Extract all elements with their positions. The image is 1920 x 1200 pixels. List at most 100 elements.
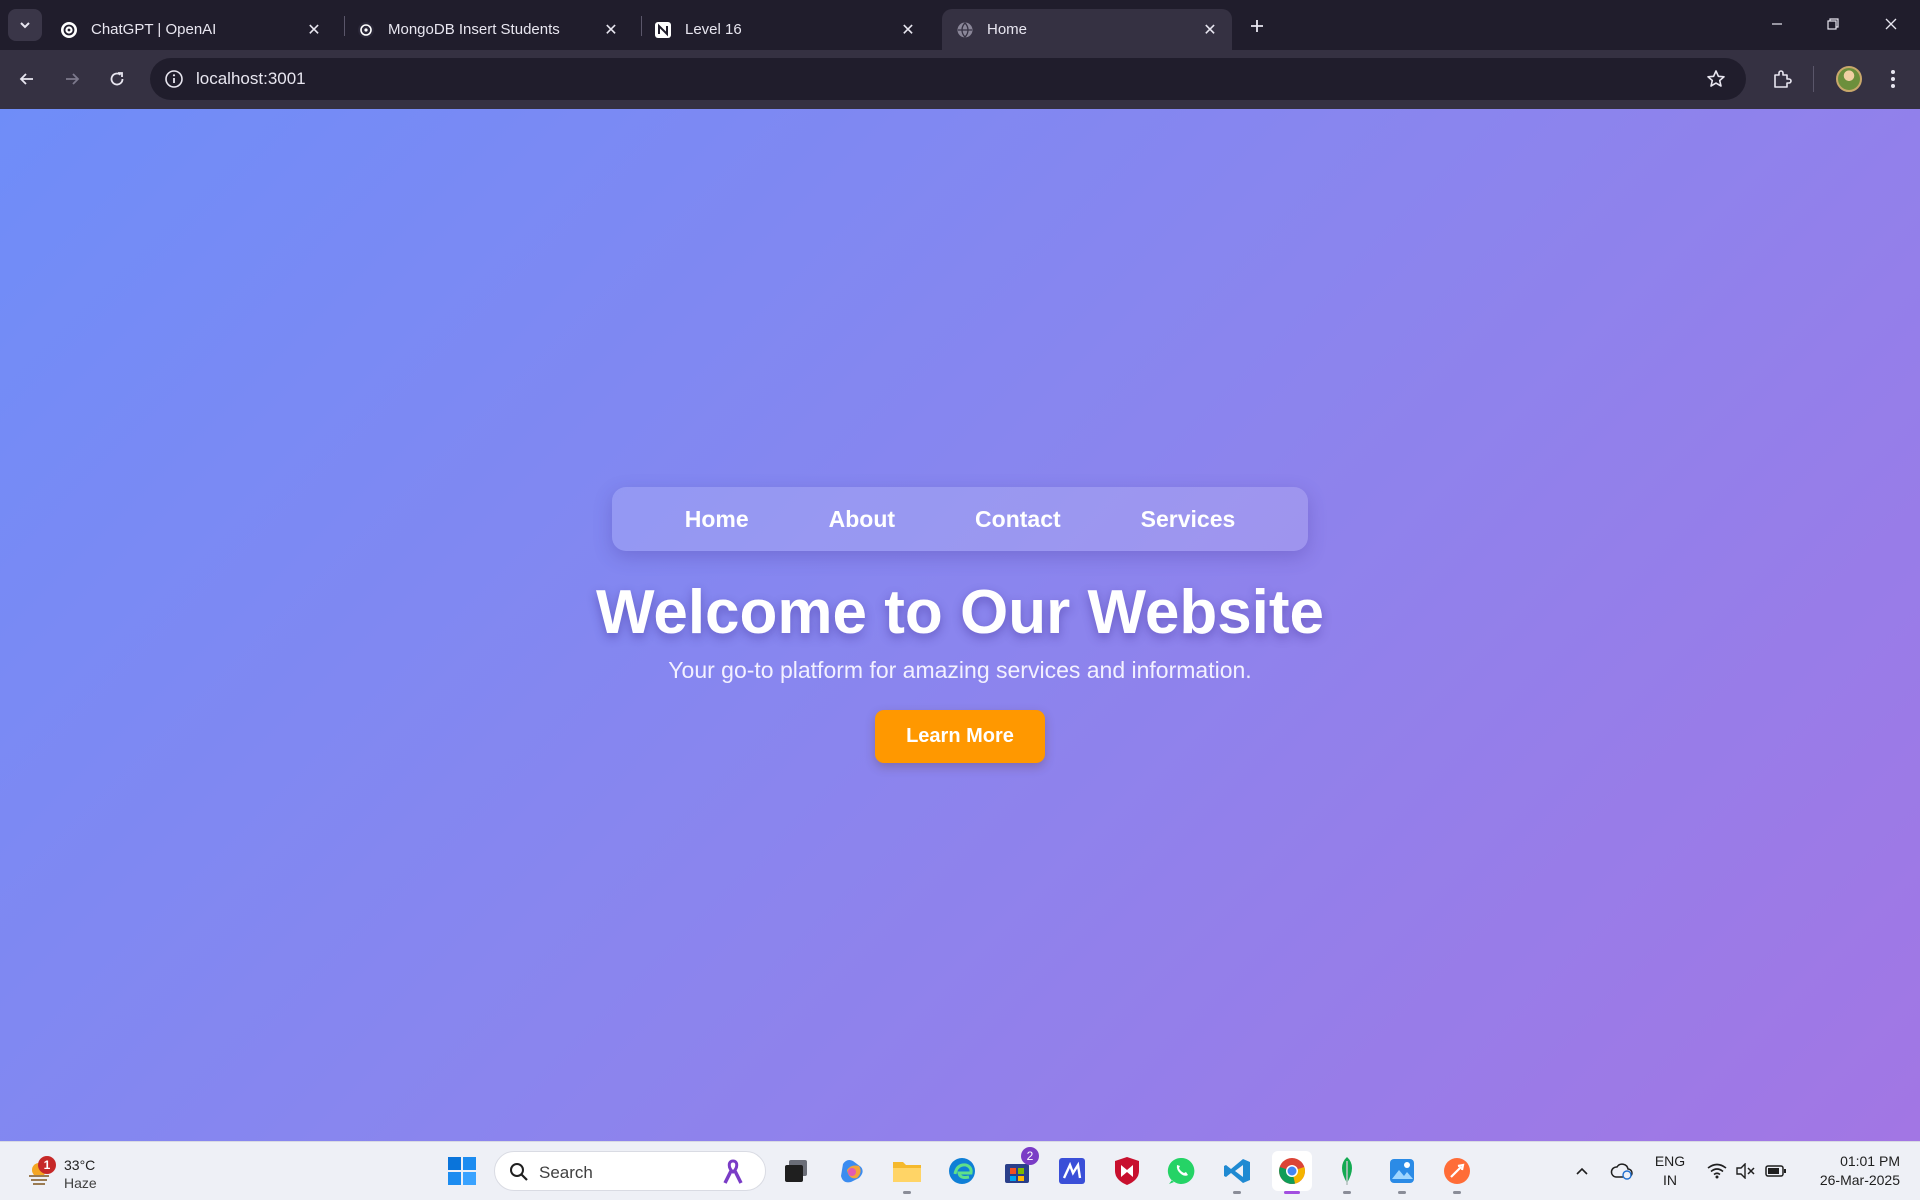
battery-tray-icon[interactable] <box>1762 1154 1790 1188</box>
onedrive-tray-icon[interactable] <box>1608 1154 1636 1188</box>
toolbar-divider <box>1813 66 1814 92</box>
mongodb-app[interactable] <box>1327 1151 1367 1194</box>
compass-icon <box>1059 1158 1085 1184</box>
site-info-icon[interactable] <box>162 67 186 91</box>
openai-icon <box>60 21 78 39</box>
chrome-app[interactable] <box>1272 1151 1312 1194</box>
taskbar-search-box[interactable]: Search <box>494 1151 766 1191</box>
restore-button[interactable] <box>1810 8 1856 40</box>
clock-time: 01:01 PM <box>1840 1153 1900 1169</box>
show-hidden-icons-button[interactable] <box>1570 1154 1594 1188</box>
folder-icon <box>893 1162 921 1182</box>
browser-toolbar: localhost:3001 <box>0 50 1920 109</box>
wifi-icon <box>1707 1163 1727 1179</box>
task-view-button[interactable] <box>777 1151 817 1191</box>
task-view-icon <box>785 1160 807 1182</box>
running-indicator <box>903 1191 911 1194</box>
wifi-tray-icon[interactable] <box>1704 1154 1730 1188</box>
volume-tray-icon[interactable] <box>1732 1154 1758 1188</box>
extensions-button[interactable] <box>1765 62 1799 96</box>
reload-button[interactable] <box>100 62 134 96</box>
clock-date: 26-Mar-2025 <box>1819 1172 1900 1188</box>
chrome-icon <box>1279 1158 1305 1184</box>
minimize-icon <box>1772 23 1782 25</box>
site-nav: Home About Contact Services <box>612 487 1308 551</box>
vscode-icon <box>1224 1159 1250 1183</box>
arrow-left-icon <box>19 73 33 85</box>
forward-button[interactable] <box>55 62 89 96</box>
vscode-app[interactable] <box>1217 1151 1257 1194</box>
photos-icon <box>1390 1159 1414 1183</box>
chevron-up-icon <box>1576 1167 1588 1175</box>
chevron-down-icon <box>20 22 30 29</box>
tab-chatgpt[interactable]: ChatGPT | OpenAI ✕ <box>46 9 336 50</box>
file-explorer-app[interactable] <box>887 1151 927 1194</box>
menu-button[interactable] <box>1876 62 1910 96</box>
input-language-indicator[interactable]: ENG IN <box>1652 1152 1688 1190</box>
restore-icon <box>1827 18 1839 30</box>
notification-badge: 1 <box>38 1156 56 1174</box>
store-badge: 2 <box>1021 1147 1039 1165</box>
openai-icon <box>357 21 375 39</box>
running-indicator <box>1453 1191 1461 1194</box>
tab-search-button[interactable] <box>8 9 42 41</box>
mcafee-app[interactable] <box>1107 1151 1147 1191</box>
learn-more-button[interactable]: Learn More <box>875 710 1045 763</box>
copilot-app[interactable] <box>832 1151 872 1191</box>
reload-icon <box>110 72 124 86</box>
system-clock[interactable]: 01:01 PM 26-Mar-2025 <box>1800 1152 1900 1190</box>
new-tab-button[interactable] <box>1243 12 1271 40</box>
nav-link-about[interactable]: About <box>829 506 895 533</box>
close-window-button[interactable] <box>1868 8 1914 40</box>
close-icon[interactable]: ✕ <box>898 20 918 40</box>
search-placeholder: Search <box>539 1163 593 1182</box>
shield-icon <box>1115 1157 1139 1185</box>
photos-app[interactable] <box>1382 1151 1422 1194</box>
copilot-icon <box>841 1160 863 1183</box>
bookmark-star-icon[interactable] <box>1704 67 1728 91</box>
tab-level16[interactable]: Level 16 ✕ <box>640 9 930 50</box>
tab-title: MongoDB Insert Students <box>388 21 560 38</box>
running-indicator <box>1233 1191 1241 1194</box>
mongodb-compass-app[interactable] <box>1052 1151 1092 1191</box>
weather-temperature: 33°C <box>64 1157 96 1173</box>
tab-home[interactable]: Home ✕ <box>942 9 1232 50</box>
taskbar: 1 33°C Haze Search 2 ENG IN 01:01 PM 26-… <box>0 1141 1920 1200</box>
address-bar[interactable]: localhost:3001 <box>150 58 1746 100</box>
search-icon <box>510 1163 528 1181</box>
weather-widget[interactable]: 1 33°C Haze <box>22 1150 112 1194</box>
hero-title: Welcome to Our Website <box>595 578 1325 647</box>
postman-app[interactable] <box>1437 1151 1477 1194</box>
whatsapp-icon <box>1167 1157 1195 1184</box>
browser-tab-strip: ChatGPT | OpenAI ✕ MongoDB Insert Studen… <box>0 0 1920 50</box>
plus-icon <box>1251 20 1263 32</box>
windows-start-icon[interactable] <box>446 1155 478 1187</box>
close-icon[interactable]: ✕ <box>304 20 324 40</box>
hero-subtitle: Your go-to platform for amazing services… <box>668 657 1252 683</box>
cloud-sync-icon <box>1610 1163 1633 1180</box>
edge-icon <box>949 1158 975 1184</box>
nav-link-home[interactable]: Home <box>685 506 749 533</box>
close-icon[interactable]: ✕ <box>1200 20 1220 40</box>
arrow-right-icon <box>66 73 80 85</box>
edge-app[interactable] <box>942 1151 982 1191</box>
tab-title: Level 16 <box>685 21 742 38</box>
tab-title: Home <box>987 21 1028 38</box>
nav-link-services[interactable]: Services <box>1141 506 1236 533</box>
nav-link-contact[interactable]: Contact <box>975 506 1061 533</box>
kebab-menu-icon <box>1891 70 1895 88</box>
awareness-ribbon-icon <box>723 1159 743 1184</box>
back-button[interactable] <box>10 62 44 96</box>
leaf-icon <box>1342 1157 1352 1185</box>
volume-muted-icon <box>1736 1163 1755 1179</box>
close-icon <box>1885 18 1897 30</box>
close-icon[interactable]: ✕ <box>601 20 621 40</box>
running-indicator <box>1398 1191 1406 1194</box>
minimize-button[interactable] <box>1754 8 1800 40</box>
tab-mongodb[interactable]: MongoDB Insert Students ✕ <box>343 9 633 50</box>
url-text[interactable]: localhost:3001 <box>196 69 306 89</box>
profile-avatar[interactable] <box>1836 66 1862 92</box>
microsoft-store-app[interactable]: 2 <box>997 1147 1039 1191</box>
whatsapp-app[interactable] <box>1162 1151 1202 1191</box>
language-code: ENG <box>1654 1153 1686 1169</box>
